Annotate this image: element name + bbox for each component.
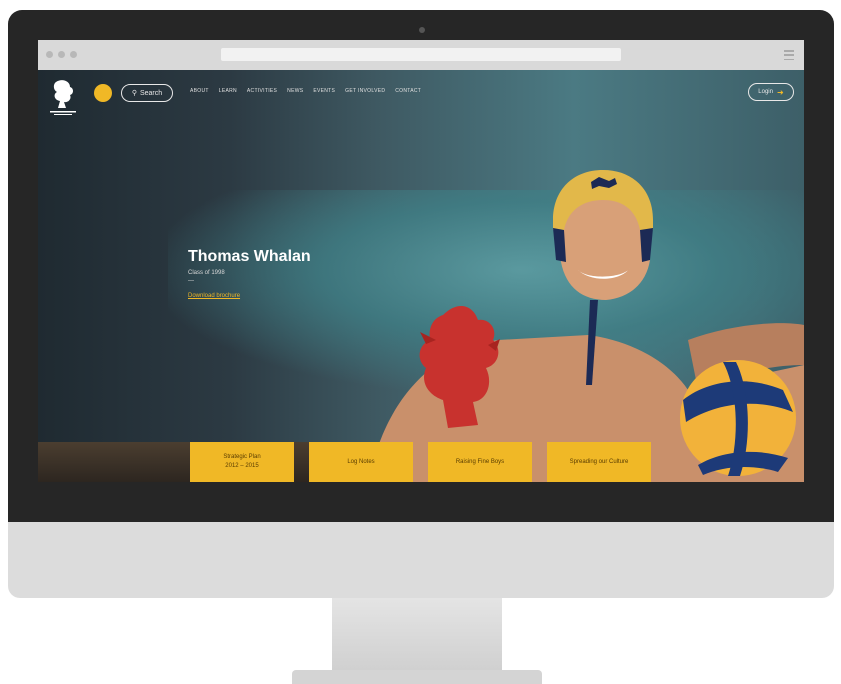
nav-item-learn[interactable]: LEARN [219, 88, 237, 94]
camera-dot [419, 27, 425, 33]
hamburger-icon[interactable] [784, 50, 794, 60]
window-close-dot[interactable] [46, 51, 53, 58]
hero-name: Thomas Whalan [188, 248, 311, 265]
card-subtitle: 2012 – 2015 [225, 463, 259, 469]
hero-divider: — [188, 278, 194, 284]
monitor-stand-base [292, 670, 542, 684]
card-log-notes[interactable]: Log Notes [309, 442, 413, 482]
card-raising-fine-boys[interactable]: Raising Fine Boys [428, 442, 532, 482]
nav-item-get-involved[interactable]: GET INVOLVED [345, 88, 385, 94]
window-minimize-dot[interactable] [58, 51, 65, 58]
nav-item-activities[interactable]: ACTIVITIES [247, 88, 277, 94]
card-title: Strategic Plan [223, 454, 261, 460]
browser-toolbar [38, 40, 804, 70]
card-title: Spreading our Culture [569, 458, 629, 465]
login-button[interactable]: Login ➜ [748, 83, 794, 101]
card-title: Raising Fine Boys [455, 458, 505, 465]
nav-item-news[interactable]: NEWS [287, 88, 303, 94]
card-strategic-plan[interactable]: Strategic Plan 2012 – 2015 [190, 442, 294, 482]
nav-item-contact[interactable]: CONTACT [395, 88, 421, 94]
magnifier-icon: ⚲ [131, 90, 137, 97]
monitor-stand [332, 598, 502, 674]
hero-subtitle: Class of 1998 [188, 270, 225, 276]
window-controls [46, 51, 77, 58]
nav-item-events[interactable]: EVENTS [313, 88, 335, 94]
search-label: Search [139, 89, 163, 97]
address-bar[interactable] [221, 48, 621, 61]
nav-item-about[interactable]: ABOUT [190, 88, 209, 94]
window-maximize-dot[interactable] [70, 51, 77, 58]
accent-circle-button[interactable] [94, 84, 112, 102]
hero-image [368, 170, 804, 482]
quick-links: Strategic Plan 2012 – 2015 Log Notes Rais… [190, 442, 651, 482]
screen: ⚲ Search ABOUT LEARN ACTIVITIES NEWS EVE… [38, 40, 804, 482]
search-button[interactable]: ⚲ Search [121, 84, 173, 102]
web-page: ⚲ Search ABOUT LEARN ACTIVITIES NEWS EVE… [38, 70, 804, 482]
monitor-chin [8, 522, 834, 598]
login-label: Login [758, 89, 773, 95]
hero-caption: Thomas Whalan Class of 1998 — Download b… [188, 248, 311, 302]
card-title: Log Notes [347, 458, 375, 465]
main-nav: ABOUT LEARN ACTIVITIES NEWS EVENTS GET I… [190, 88, 421, 94]
arrow-right-icon: ➜ [776, 87, 784, 97]
hero-link[interactable]: Download brochure [188, 293, 240, 299]
lion-crest-icon[interactable] [48, 78, 78, 116]
card-spreading-culture[interactable]: Spreading our Culture [547, 442, 651, 482]
